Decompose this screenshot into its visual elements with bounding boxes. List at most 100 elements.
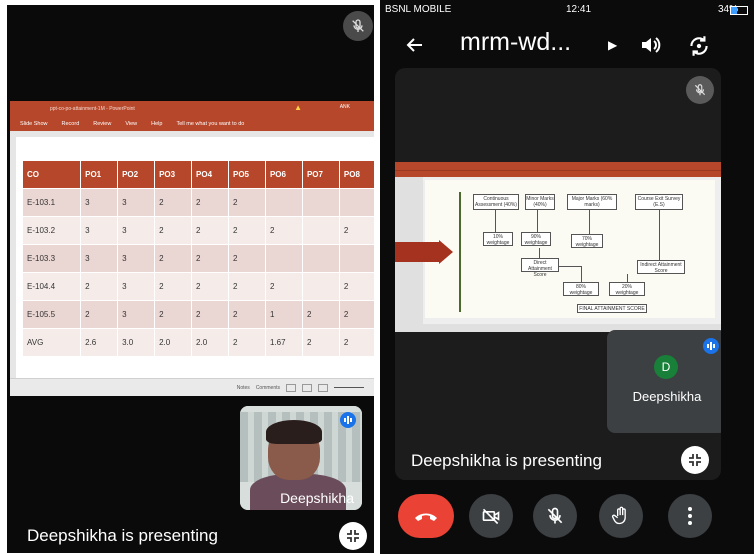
table-cell: 2 [154, 244, 193, 273]
carrier-label: BSNL MOBILE [385, 4, 452, 15]
table-cell: 2 [338, 216, 374, 245]
title-caret-icon[interactable]: ▶ [608, 38, 617, 52]
tell-me-search[interactable]: Tell me what you want to do [176, 121, 244, 127]
table-row: AVG 2.6 3.0 2.0 2.0 2 1.67 2 2 [21, 328, 374, 357]
table-cell: 2 [228, 244, 266, 273]
speaking-icon [703, 338, 719, 354]
normal-view-icon[interactable] [286, 383, 296, 392]
main-presentation-tile[interactable]: Continuous Assessment (40%) Minor Marks … [395, 68, 721, 480]
attainment-slide: Continuous Assessment (40%) Minor Marks … [425, 180, 715, 318]
table-cell: 2 [338, 328, 374, 357]
table-cell: 3 [117, 244, 156, 273]
table-cell: 2 [228, 272, 266, 301]
box-final: FINAL ATTAINMENT SCORE [577, 304, 647, 313]
presenting-label: Deepshikha is presenting [411, 451, 602, 470]
meeting-topbar: mrm-wd... ▶ [380, 28, 754, 64]
call-controls [380, 494, 754, 544]
table-header: PO5 [228, 160, 266, 189]
more-options-button[interactable] [668, 494, 712, 538]
notes-button[interactable]: Notes [237, 385, 250, 391]
table-cell: 2 [301, 328, 340, 357]
participant-tile[interactable]: D Deepshikha [607, 330, 721, 433]
arrow-shape [395, 242, 439, 262]
comments-button[interactable]: Comments [256, 385, 280, 391]
table-cell: AVG [21, 328, 82, 357]
camera-off-icon [482, 508, 500, 525]
phone-status-bar: BSNL MOBILE 12:41 34% [380, 4, 754, 18]
ribbon-tab[interactable]: Record [62, 121, 80, 127]
box-weight-2: 90% weightage [521, 232, 551, 246]
person-hair [266, 420, 322, 444]
table-cell [301, 244, 340, 273]
end-call-button[interactable] [398, 494, 454, 538]
table-cell: 2 [154, 300, 193, 329]
ribbon-tab[interactable]: Help [151, 121, 162, 127]
ribbon-tab[interactable]: Review [93, 121, 111, 127]
co-po-table: CO PO1 PO2 PO3 PO4 PO5 PO6 PO7 PO8 E-103… [21, 160, 374, 357]
self-view-tile[interactable]: Deepshikha [240, 406, 362, 510]
box-direct: Direct Attainment Score [521, 258, 559, 278]
table-cell: 3 [80, 244, 119, 273]
table-row: E-103.3 3 3 2 2 2 [21, 244, 374, 273]
presenting-label: Deepshikha is presenting [27, 526, 218, 545]
table-header: CO [21, 160, 82, 189]
zoom-slider[interactable] [334, 387, 364, 388]
speaking-icon [340, 412, 356, 428]
table-cell: 2.6 [80, 328, 119, 357]
box-minor: Minor Marks (40%) [525, 194, 555, 210]
table-header: PO7 [301, 160, 340, 189]
table-cell: 2 [191, 272, 229, 301]
ribbon-tab[interactable]: View [125, 121, 137, 127]
self-view-name: Deepshikha [280, 490, 354, 506]
more-vert-icon [688, 507, 692, 525]
table-cell: 2 [154, 188, 193, 217]
shared-powerpoint: ppt-co-po-attainment-1M - PowerPoint ▲ A… [10, 101, 374, 396]
table-row: E-105.5 2 3 2 2 2 1 2 2 [21, 300, 374, 329]
table-cell [264, 244, 303, 273]
table-cell: 3 [117, 300, 156, 329]
mic-off-icon [343, 11, 373, 41]
shared-screen: Continuous Assessment (40%) Minor Marks … [395, 162, 721, 332]
table-cell: 3 [117, 272, 156, 301]
ppt-title-text: ppt-co-po-attainment-1M - PowerPoint [50, 105, 135, 112]
sorter-view-icon[interactable] [302, 383, 312, 392]
meeting-title[interactable]: mrm-wd... [460, 28, 571, 57]
table-cell: 2 [80, 272, 119, 301]
mic-toggle-button[interactable] [533, 494, 577, 538]
left-meeting-view: ppt-co-po-attainment-1M - PowerPoint ▲ A… [7, 5, 374, 553]
ppt-user-badge: ANK [339, 104, 350, 110]
camera-toggle-button[interactable] [469, 494, 513, 538]
table-row: E-103.2 3 3 2 2 2 2 2 [21, 216, 374, 245]
table-cell: 3 [80, 188, 119, 217]
reading-view-icon[interactable] [318, 383, 328, 392]
table-cell: 2 [228, 216, 266, 245]
pin-icon[interactable] [339, 522, 367, 550]
table-cell: E-103.1 [21, 188, 82, 217]
battery-icon [730, 6, 748, 15]
flip-camera-icon[interactable] [686, 33, 712, 59]
table-cell: 2 [191, 300, 229, 329]
table-cell: 2.0 [154, 328, 193, 357]
speaker-icon[interactable] [638, 33, 662, 57]
table-cell: 2 [264, 216, 303, 245]
end-call-icon [415, 513, 437, 521]
right-meeting-view: BSNL MOBILE 12:41 34% mrm-wd... ▶ Contin… [380, 0, 754, 554]
back-arrow-icon[interactable] [402, 32, 428, 58]
raise-hand-icon [611, 506, 626, 525]
table-cell: 2 [338, 272, 374, 301]
ribbon-tab[interactable]: Slide Show [20, 121, 48, 127]
table-cell: 2 [228, 300, 266, 329]
table-cell: 1.67 [264, 328, 303, 357]
pin-icon[interactable] [681, 446, 709, 474]
raise-hand-button[interactable] [599, 494, 643, 538]
table-cell [301, 188, 340, 217]
table-cell: 2 [191, 188, 229, 217]
table-header: PO2 [117, 160, 156, 189]
app-root: ppt-co-po-attainment-1M - PowerPoint ▲ A… [0, 0, 754, 554]
slide-area: CO PO1 PO2 PO3 PO4 PO5 PO6 PO7 PO8 E-103… [10, 131, 374, 379]
table-cell: 2.0 [191, 328, 229, 357]
ppt-ribbon: Slide Show Record Review View Help Tell … [10, 116, 374, 131]
table-cell: 2 [228, 328, 266, 357]
table-cell: 3.0 [117, 328, 156, 357]
table-cell [301, 272, 340, 301]
